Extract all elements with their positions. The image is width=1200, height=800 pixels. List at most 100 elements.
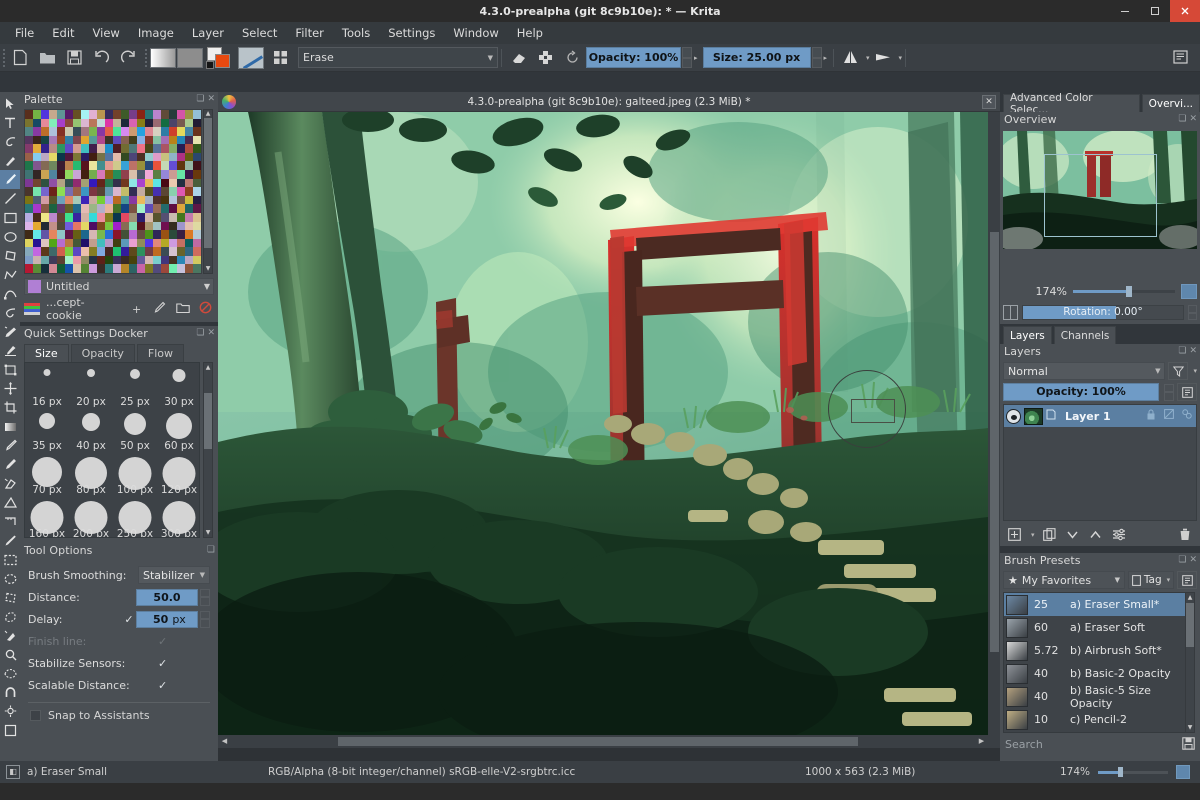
palette-swatch[interactable] [89,204,97,213]
palette-swatch[interactable] [57,238,65,248]
palette-swatch[interactable] [97,118,105,128]
palette-swatch[interactable] [89,135,97,145]
palette-swatch[interactable] [41,187,49,196]
palette-swatch[interactable] [193,161,201,171]
palette-swatch[interactable] [153,221,161,231]
tool-transform[interactable] [0,360,20,379]
tool-pan[interactable] [0,702,20,721]
palette-swatch[interactable] [73,187,81,196]
palette-swatch[interactable] [97,110,105,119]
palette-swatch[interactable] [185,144,193,153]
delete-layer-icon[interactable] [1177,527,1193,542]
list-item[interactable]: 40 b) Basic-5 Size Opacity [1004,684,1186,710]
palette-swatch[interactable] [73,135,81,145]
save-preset-icon[interactable] [1182,737,1197,752]
layer-style-icon[interactable] [1179,408,1194,424]
palette-swatch[interactable] [193,204,201,213]
palette-swatch[interactable] [153,127,161,136]
palette-swatch[interactable] [81,221,89,231]
palette-swatch[interactable] [161,127,169,136]
palette-swatch[interactable] [73,161,81,171]
palette-swatch[interactable] [81,127,89,136]
palette-swatch[interactable] [153,178,161,188]
palette-swatch[interactable] [25,238,33,248]
palette-swatch[interactable] [41,110,49,119]
palette-swatch[interactable] [33,178,41,188]
palette-swatch[interactable] [49,264,57,273]
palette-swatch[interactable] [177,152,185,162]
palette-swatch[interactable] [113,127,121,136]
palette-swatch[interactable] [137,127,145,136]
palette-swatch[interactable] [185,204,193,213]
palette-swatch[interactable] [25,152,33,162]
palette-swatch[interactable] [153,238,161,248]
palette-swatch[interactable] [57,118,65,128]
palette-swatch[interactable] [57,212,65,222]
toolbar-grip[interactable] [0,47,7,69]
palette-swatch[interactable] [145,204,153,213]
palette-swatch[interactable] [105,264,113,273]
palette-swatch[interactable] [57,187,65,196]
palette-swatch[interactable] [177,204,185,213]
palette-swatch[interactable] [161,247,169,256]
palette-swatch[interactable] [137,264,145,273]
palette-swatch[interactable] [73,144,81,153]
menu-layer[interactable]: Layer [183,24,233,42]
palette-swatch[interactable] [185,170,193,179]
palette-swatch[interactable] [89,118,97,128]
palette-swatch[interactable] [177,110,185,119]
palette-swatch[interactable] [41,195,49,205]
palette-swatch[interactable] [121,127,129,136]
palette-swatch[interactable] [185,255,193,265]
redo-icon[interactable] [115,46,142,70]
palette-swatch[interactable] [169,178,177,188]
palette-swatch[interactable] [193,187,201,196]
palette-swatch[interactable] [73,212,81,222]
palette-swatch[interactable] [105,144,113,153]
tool-select-shapes[interactable] [0,94,20,113]
palette-swatch[interactable] [73,230,81,239]
palette-swatch[interactable] [25,110,33,119]
palette-swatch[interactable] [129,204,137,213]
palette-swatch[interactable] [177,161,185,171]
tool-calligraphy[interactable] [0,132,20,151]
palette-swatch[interactable] [25,195,33,205]
palette-swatch[interactable] [145,178,153,188]
palette-swatch[interactable] [65,204,73,213]
palette-swatch[interactable] [129,144,137,153]
palette-swatch[interactable] [49,255,57,265]
palette-swatch[interactable] [193,238,201,248]
canvas-viewport[interactable]: ◀ ▶ [218,112,988,748]
scroll-up-icon[interactable]: ▲ [1186,593,1194,602]
palette-swatch[interactable] [97,247,105,256]
palette-swatch[interactable] [41,178,49,188]
palette-swatch[interactable] [41,144,49,153]
palette-swatch[interactable] [129,110,137,119]
palette-swatch[interactable] [153,212,161,222]
snap-to-assistants-row[interactable]: Snap to Assistants [20,703,218,722]
brush-size-option[interactable]: 80 px [69,453,113,497]
close-icon[interactable]: ✕ [982,94,996,109]
palette-swatch[interactable] [137,187,145,196]
palette-swatch[interactable] [97,221,105,231]
menu-image[interactable]: Image [129,24,183,42]
palette-swatch[interactable] [161,144,169,153]
palette-swatch[interactable] [49,178,57,188]
palette-swatch[interactable] [97,238,105,248]
palette-swatch[interactable] [129,187,137,196]
palette-swatch[interactable] [65,135,73,145]
palette-swatch[interactable] [89,127,97,136]
palette-swatch[interactable] [129,152,137,162]
palette-swatch[interactable] [113,247,121,256]
palette-swatch[interactable] [145,187,153,196]
palette-swatch[interactable] [153,170,161,179]
palette-swatch[interactable] [33,135,41,145]
palette-swatch[interactable] [161,204,169,213]
palette-swatch[interactable] [137,118,145,128]
palette-swatch[interactable] [193,127,201,136]
palette-swatch[interactable] [145,110,153,119]
brush-size-option[interactable]: 250 px [113,497,157,537]
scroll-up-icon[interactable]: ▲ [204,110,212,118]
list-item[interactable]: 10 c) Pencil-2 [1004,708,1186,731]
tool-polygon[interactable] [0,246,20,265]
